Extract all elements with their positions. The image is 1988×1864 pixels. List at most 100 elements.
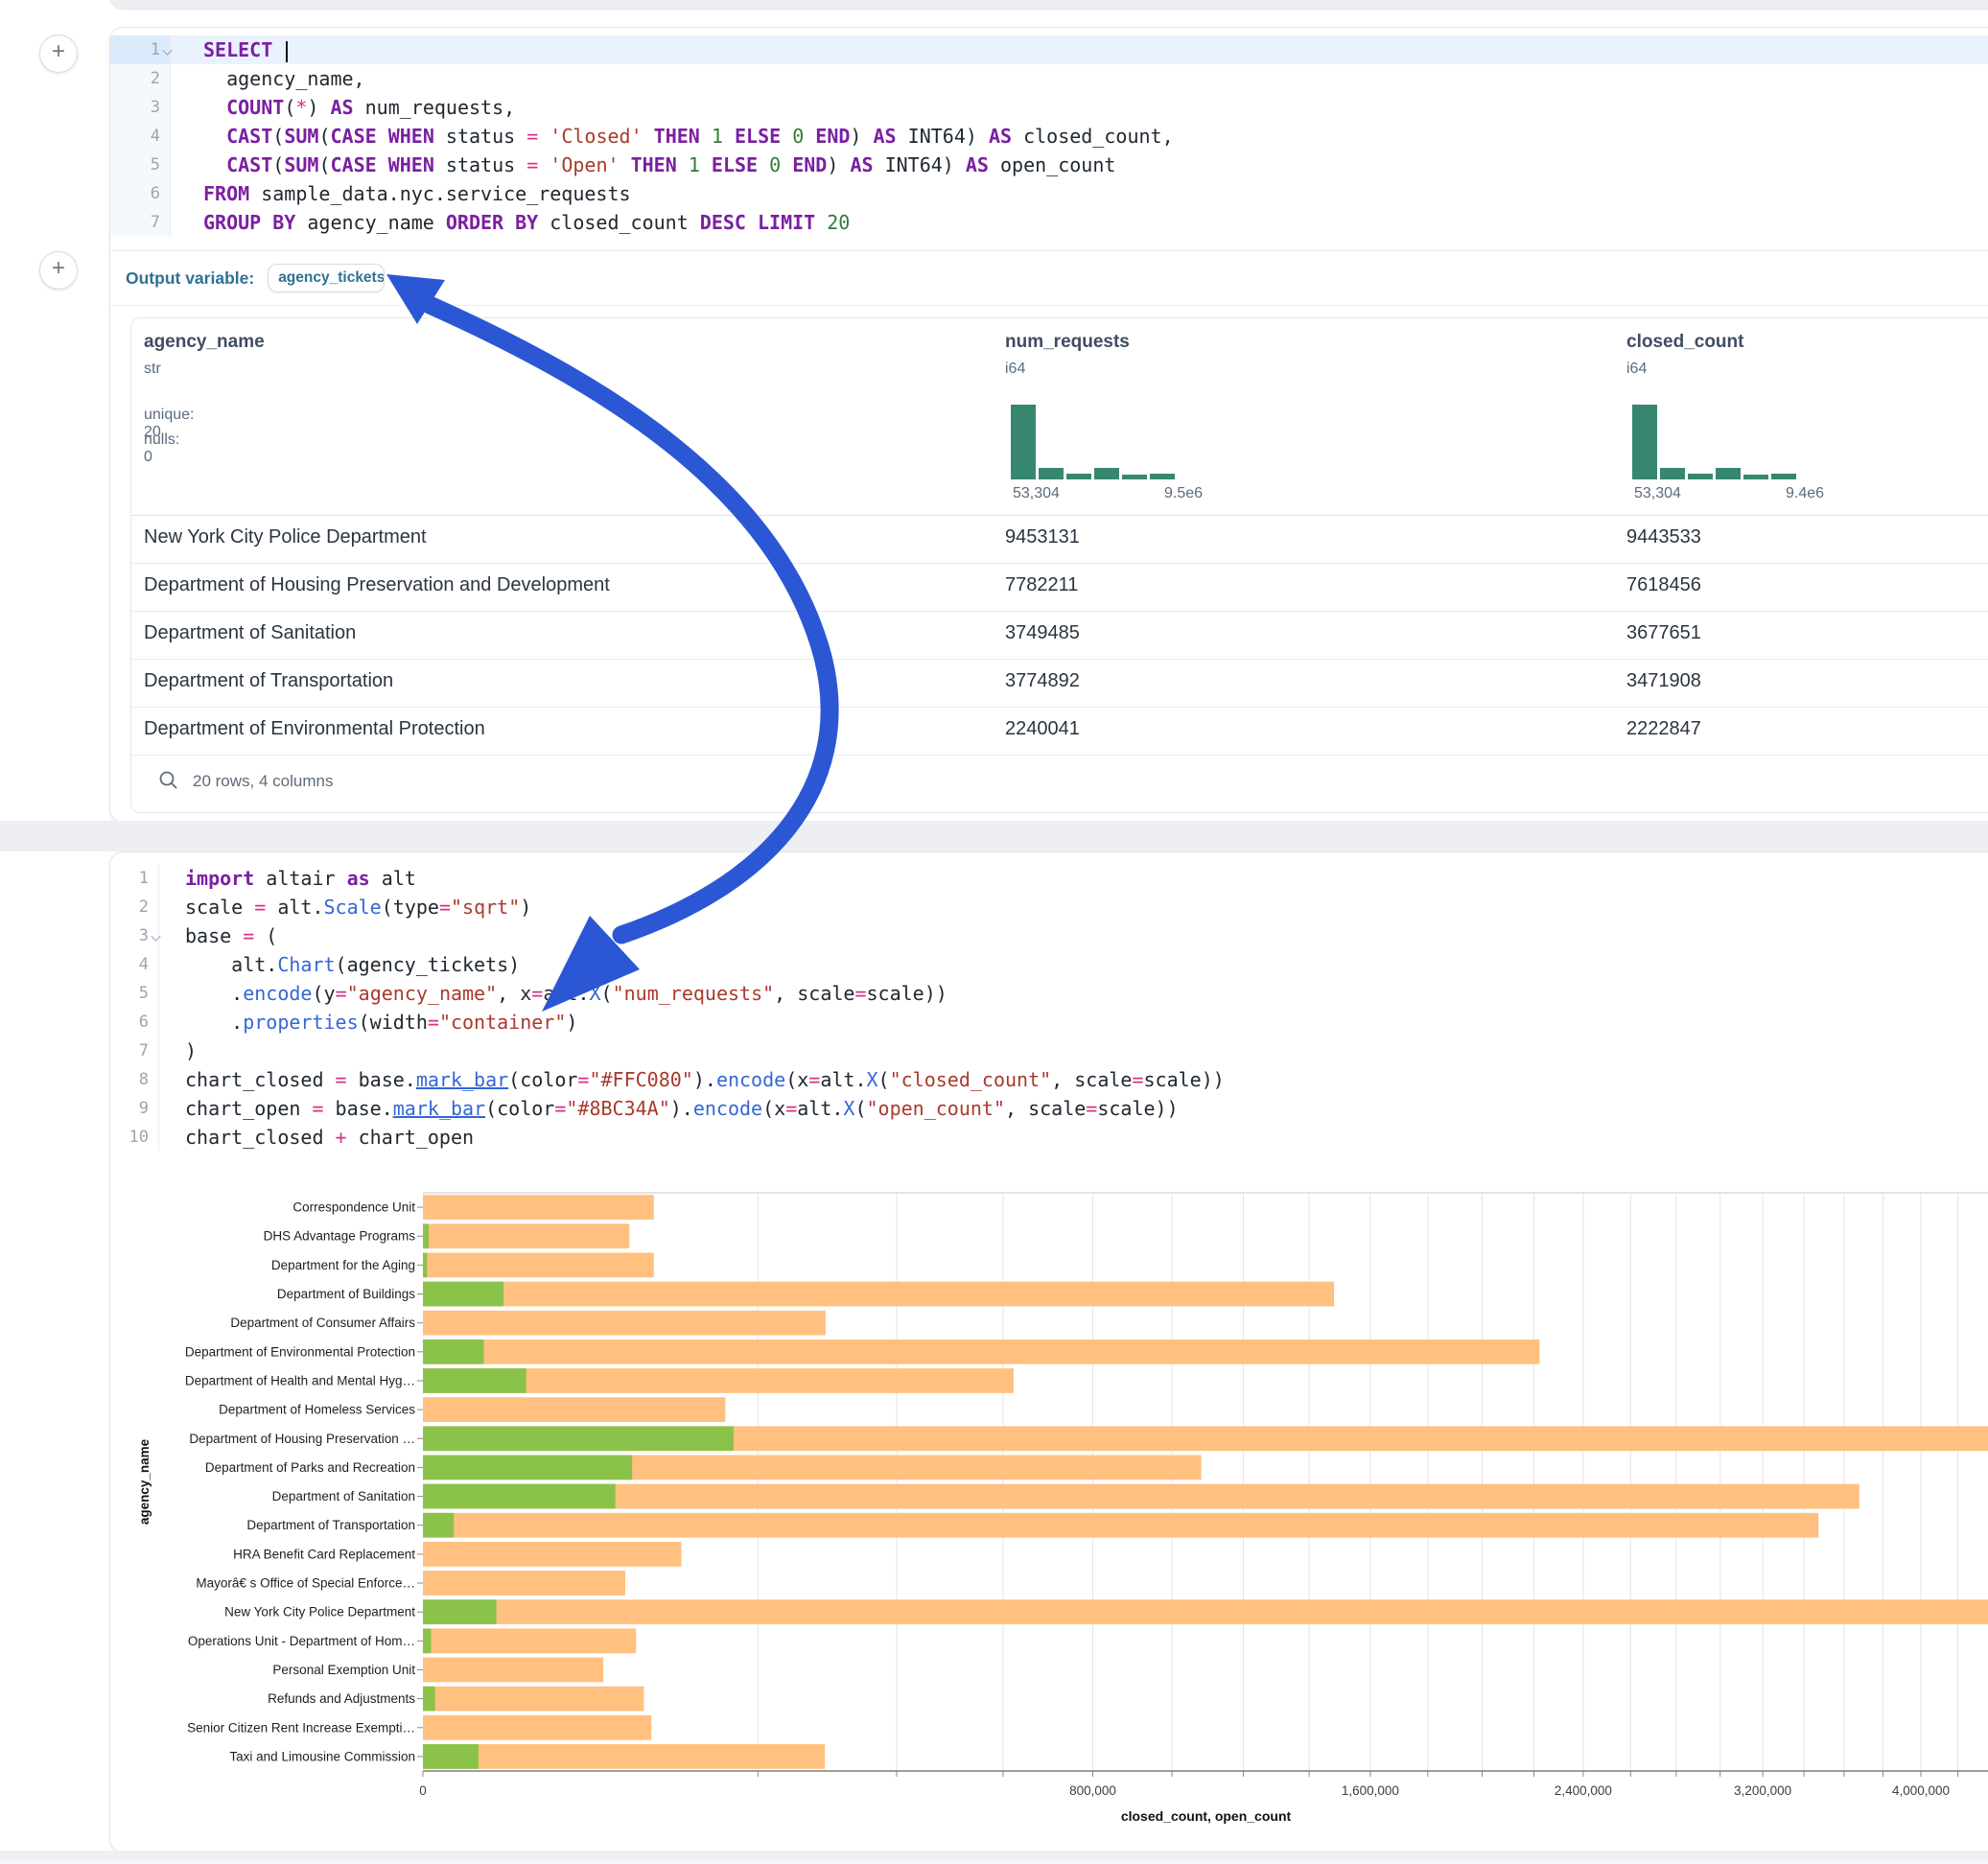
output-variable-label: Output variable: — [126, 268, 254, 289]
code-line[interactable]: 10chart_closed + chart_open — [110, 1123, 1988, 1152]
closed-bar[interactable] — [423, 1715, 651, 1740]
code-text: chart_closed = base.mark_bar(color="#FFC… — [159, 1065, 1225, 1094]
y-tick-label: Department of Parks and Recreation — [205, 1460, 415, 1475]
line-number: 3 — [110, 93, 171, 122]
open-bar[interactable] — [423, 1599, 497, 1624]
closed-bar[interactable] — [423, 1687, 643, 1712]
code-text: .encode(y="agency_name", x=alt.X("num_re… — [159, 979, 947, 1008]
y-tick-label: DHS Advantage Programs — [264, 1229, 416, 1244]
code-line[interactable]: 1SELECT — [110, 35, 1988, 64]
closed-bar[interactable] — [423, 1744, 825, 1769]
notebook-page: + + 1SELECT 2 agency_name,3 COUNT(*) AS … — [0, 0, 1988, 1864]
output-variable-bar: Output variable: agency_tickets — [110, 250, 1988, 306]
sql-code-editor[interactable]: 1SELECT 2 agency_name,3 COUNT(*) AS num_… — [110, 35, 1988, 237]
open-bar[interactable] — [423, 1223, 429, 1248]
code-line[interactable]: 7) — [110, 1037, 1988, 1065]
closed-bar[interactable] — [423, 1542, 681, 1567]
code-line[interactable]: 2scale = alt.Scale(type="sqrt") — [110, 893, 1988, 921]
histogram-bar — [1688, 474, 1713, 479]
closed-bar[interactable] — [423, 1628, 636, 1653]
text-cursor — [286, 41, 288, 62]
line-number: 7 — [110, 208, 171, 237]
histogram-bar — [1094, 468, 1119, 479]
closed-bar[interactable] — [423, 1484, 1859, 1509]
table-row[interactable]: Department of Environmental Protection 2… — [131, 707, 1988, 756]
code-line[interactable]: 2 agency_name, — [110, 64, 1988, 93]
code-text: CAST(SUM(CASE WHEN status = 'Closed' THE… — [171, 122, 1174, 151]
code-text: COUNT(*) AS num_requests, — [171, 93, 515, 122]
open-bar[interactable] — [423, 1368, 526, 1393]
search-icon[interactable] — [158, 770, 179, 791]
line-number: 6 — [110, 1008, 159, 1037]
y-tick-label: New York City Police Department — [224, 1605, 415, 1619]
x-tick-label: 2,400,000 — [1555, 1783, 1612, 1798]
histogram-bar — [1122, 475, 1147, 479]
code-line[interactable]: 5 CAST(SUM(CASE WHEN status = 'Open' THE… — [110, 151, 1988, 179]
closed-bar[interactable] — [423, 1195, 654, 1220]
closed-bar[interactable] — [423, 1599, 1988, 1624]
code-line[interactable]: 7GROUP BY agency_name ORDER BY closed_co… — [110, 208, 1988, 237]
open-bar[interactable] — [423, 1484, 616, 1509]
code-text: scale = alt.Scale(type="sqrt") — [159, 893, 531, 921]
table-row[interactable]: Department of Sanitation 3749485 3677651 — [131, 611, 1988, 660]
open-bar[interactable] — [423, 1426, 734, 1451]
altair-bar-chart[interactable]: Correspondence UnitDHS Advantage Program… — [110, 1156, 1988, 1837]
code-text: chart_closed + chart_open — [159, 1123, 474, 1152]
histogram-max-label: 9.4e6 — [1786, 485, 1824, 502]
closed-bar[interactable] — [423, 1223, 629, 1248]
code-line[interactable]: 3base = ( — [110, 921, 1988, 950]
column-name: closed_count — [1626, 332, 1743, 353]
output-variable-pill[interactable]: agency_tickets — [268, 264, 385, 292]
line-number: 1 — [110, 864, 159, 893]
python-code-editor[interactable]: 1import altair as alt2scale = alt.Scale(… — [110, 864, 1988, 1152]
code-line[interactable]: 8chart_closed = base.mark_bar(color="#FF… — [110, 1065, 1988, 1094]
code-line[interactable]: 1import altair as alt — [110, 864, 1988, 893]
y-tick-label: Department of Transportation — [246, 1518, 415, 1532]
cell-agency-name: New York City Police Department — [144, 526, 427, 548]
table-row[interactable]: Department of Housing Preservation and D… — [131, 563, 1988, 612]
open-bar[interactable] — [423, 1253, 427, 1278]
code-line[interactable]: 6 .properties(width="container") — [110, 1008, 1988, 1037]
column-name: agency_name — [144, 332, 265, 353]
code-line[interactable]: 3 COUNT(*) AS num_requests, — [110, 93, 1988, 122]
histogram-bar — [1716, 468, 1741, 479]
open-bar[interactable] — [423, 1340, 483, 1364]
closed-bar[interactable] — [423, 1340, 1539, 1364]
closed-bar[interactable] — [423, 1513, 1818, 1538]
add-cell-button-output[interactable]: + — [39, 251, 78, 290]
cell-gap — [0, 821, 1988, 851]
closed-bar[interactable] — [423, 1311, 826, 1336]
cell-num-requests: 3774892 — [1005, 670, 1080, 692]
sql-cell-card: 1SELECT 2 agency_name,3 COUNT(*) AS num_… — [109, 27, 1988, 823]
code-line[interactable]: 5 .encode(y="agency_name", x=alt.X("num_… — [110, 979, 1988, 1008]
add-cell-button-top[interactable]: + — [39, 35, 78, 73]
x-tick-label: 1,600,000 — [1342, 1783, 1399, 1798]
closed-bar[interactable] — [423, 1658, 603, 1683]
x-tick-label: 800,000 — [1069, 1783, 1116, 1798]
open-bar[interactable] — [423, 1513, 454, 1538]
open-bar[interactable] — [423, 1628, 432, 1653]
python-cell-card: 1import altair as alt2scale = alt.Scale(… — [109, 851, 1988, 1852]
column-histogram — [1632, 403, 1803, 479]
table-row[interactable]: Department of Transportation 3774892 347… — [131, 659, 1988, 708]
open-bar[interactable] — [423, 1744, 479, 1769]
closed-bar[interactable] — [423, 1253, 654, 1278]
closed-bar[interactable] — [423, 1282, 1334, 1307]
code-line[interactable]: 9chart_open = base.mark_bar(color="#8BC3… — [110, 1094, 1988, 1123]
plus-icon: + — [52, 38, 65, 64]
y-tick-label: Operations Unit - Department of Hom… — [188, 1634, 415, 1648]
column-type: i64 — [1005, 361, 1025, 378]
y-tick-label: Taxi and Limousine Commission — [229, 1749, 415, 1763]
open-bar[interactable] — [423, 1456, 632, 1480]
line-number: 7 — [110, 1037, 159, 1065]
code-text: .properties(width="container") — [159, 1008, 577, 1037]
code-line[interactable]: 4 alt.Chart(agency_tickets) — [110, 950, 1988, 979]
open-bar[interactable] — [423, 1282, 503, 1307]
closed-bar[interactable] — [423, 1397, 725, 1422]
code-line[interactable]: 6FROM sample_data.nyc.service_requests — [110, 179, 1988, 208]
open-bar[interactable] — [423, 1687, 435, 1712]
code-line[interactable]: 4 CAST(SUM(CASE WHEN status = 'Closed' T… — [110, 122, 1988, 151]
y-tick-label: Department of Homeless Services — [219, 1403, 415, 1417]
table-row[interactable]: New York City Police Department 9453131 … — [131, 515, 1988, 564]
closed-bar[interactable] — [423, 1571, 625, 1596]
